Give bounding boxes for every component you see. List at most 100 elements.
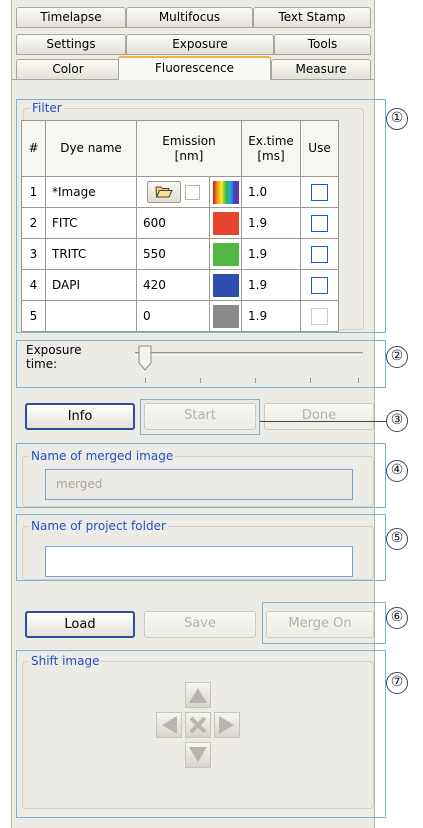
slider-tick (358, 378, 359, 383)
color-cell[interactable] (209, 300, 242, 332)
dye-table: # Dye name Emission [nm] Ex.time [ms] Us… (21, 120, 339, 332)
callout-marker-1: ① (386, 108, 408, 130)
tab-settings[interactable]: Settings (16, 34, 126, 55)
row-number: 2 (21, 207, 46, 239)
col-header-num: # (21, 120, 46, 177)
use-cell[interactable] (300, 176, 339, 208)
load-button[interactable]: Load (25, 611, 135, 638)
row-number: 3 (21, 238, 46, 270)
use-checkbox[interactable] (311, 245, 328, 263)
row-number: 4 (21, 269, 46, 301)
color-cell[interactable] (209, 176, 242, 208)
folder-open-icon (154, 186, 173, 198)
dye-name-cell[interactable] (45, 300, 137, 332)
dye-name-cell[interactable]: FITC (45, 207, 137, 239)
filter-group-title: Filter (30, 101, 64, 115)
open-image-button[interactable] (146, 181, 181, 203)
use-cell[interactable] (300, 269, 339, 301)
project-folder-title: Name of project folder (29, 519, 168, 533)
tab-measure[interactable]: Measure (271, 59, 371, 80)
rainbow-color-icon (212, 180, 239, 204)
image-checkbox[interactable] (184, 184, 200, 200)
callout-marker-3: ③ (386, 410, 408, 432)
color-cell[interactable] (209, 207, 242, 239)
color-cell[interactable] (209, 238, 242, 270)
shift-center-button[interactable] (185, 712, 211, 738)
table-row: 2 FITC 600 1.9 (21, 207, 339, 239)
col-header-emission: Emission [nm] (136, 120, 242, 177)
callout-marker-5: ⑤ (386, 528, 408, 550)
dye-name-cell[interactable]: TRITC (45, 238, 137, 270)
ex-time-cell[interactable]: 1.0 (241, 176, 301, 208)
slider-tick (200, 378, 201, 383)
slider-tick (145, 378, 146, 383)
merged-image-title: Name of merged image (29, 449, 176, 463)
callout-marker-6: ⑥ (386, 607, 408, 629)
merge-on-button[interactable]: Merge On (266, 611, 374, 638)
callout-marker-4: ④ (386, 460, 408, 482)
tab-color[interactable]: Color (16, 59, 120, 80)
row-number: 5 (21, 300, 46, 332)
info-button[interactable]: Info (25, 403, 135, 430)
ex-time-cell[interactable]: 1.9 (241, 238, 301, 270)
start-button[interactable]: Start (144, 403, 256, 430)
emission-cell[interactable]: 600 (136, 207, 210, 239)
center-x-icon (189, 716, 207, 734)
color-cell[interactable] (209, 269, 242, 301)
arrow-down-icon (189, 747, 207, 762)
shift-down-button[interactable] (185, 742, 211, 768)
col-header-use: Use (300, 120, 339, 177)
dye-name-cell[interactable]: DAPI (45, 269, 137, 301)
col-header-ex-time: Ex.time [ms] (241, 120, 301, 177)
use-cell[interactable] (300, 300, 339, 332)
col-header-dye-name: Dye name (45, 120, 137, 177)
tab-timelapse[interactable]: Timelapse (16, 7, 126, 28)
use-checkbox[interactable] (311, 307, 328, 325)
shift-left-button[interactable] (156, 712, 182, 738)
table-row: 4 DAPI 420 1.9 (21, 269, 339, 301)
emission-cell[interactable]: 550 (136, 238, 210, 270)
tab-multifocus[interactable]: Multifocus (126, 7, 253, 28)
use-checkbox[interactable] (311, 183, 328, 201)
shift-up-button[interactable] (185, 682, 211, 708)
exposure-slider[interactable] (135, 352, 363, 355)
tab-exposure[interactable]: Exposure (126, 34, 274, 55)
shift-image-title: Shift image (29, 654, 102, 668)
dye-table-header-row: # Dye name Emission [nm] Ex.time [ms] Us… (21, 120, 339, 177)
tab-text-stamp[interactable]: Text Stamp (253, 7, 371, 28)
ex-time-cell[interactable]: 1.9 (241, 207, 301, 239)
tab-fluorescence[interactable]: Fluorescence (118, 56, 271, 80)
emission-cell[interactable]: 0 (136, 300, 210, 332)
save-button[interactable]: Save (144, 611, 256, 638)
table-row: 1 *Image 1.0 (21, 176, 339, 208)
arrow-up-icon (189, 688, 207, 703)
emission-cell[interactable]: 420 (136, 269, 210, 301)
project-folder-field[interactable] (45, 546, 353, 577)
arrow-left-icon (162, 716, 177, 734)
use-checkbox[interactable] (311, 276, 328, 294)
color-swatch (212, 242, 239, 266)
use-checkbox[interactable] (311, 214, 328, 232)
merged-image-field[interactable]: merged (45, 469, 353, 500)
callout-leader-line (260, 421, 386, 422)
done-button[interactable]: Done (264, 403, 374, 430)
dye-name-cell[interactable]: *Image (45, 176, 137, 208)
callout-marker-7: ⑦ (386, 672, 408, 694)
row-number: 1 (21, 176, 46, 208)
table-row: 3 TRITC 550 1.9 (21, 238, 339, 270)
callout-marker-2: ② (386, 346, 408, 368)
exposure-slider-thumb[interactable] (138, 345, 152, 371)
use-cell[interactable] (300, 238, 339, 270)
tab-tools[interactable]: Tools (274, 34, 371, 55)
color-swatch (212, 211, 239, 235)
slider-tick (255, 378, 256, 383)
color-swatch (212, 273, 239, 297)
open-image-cell (136, 176, 210, 208)
arrow-right-icon (219, 716, 234, 734)
ex-time-cell[interactable]: 1.9 (241, 300, 301, 332)
shift-right-button[interactable] (214, 712, 240, 738)
slider-tick (310, 378, 311, 383)
slider-thumb-icon (138, 345, 152, 371)
use-cell[interactable] (300, 207, 339, 239)
ex-time-cell[interactable]: 1.9 (241, 269, 301, 301)
